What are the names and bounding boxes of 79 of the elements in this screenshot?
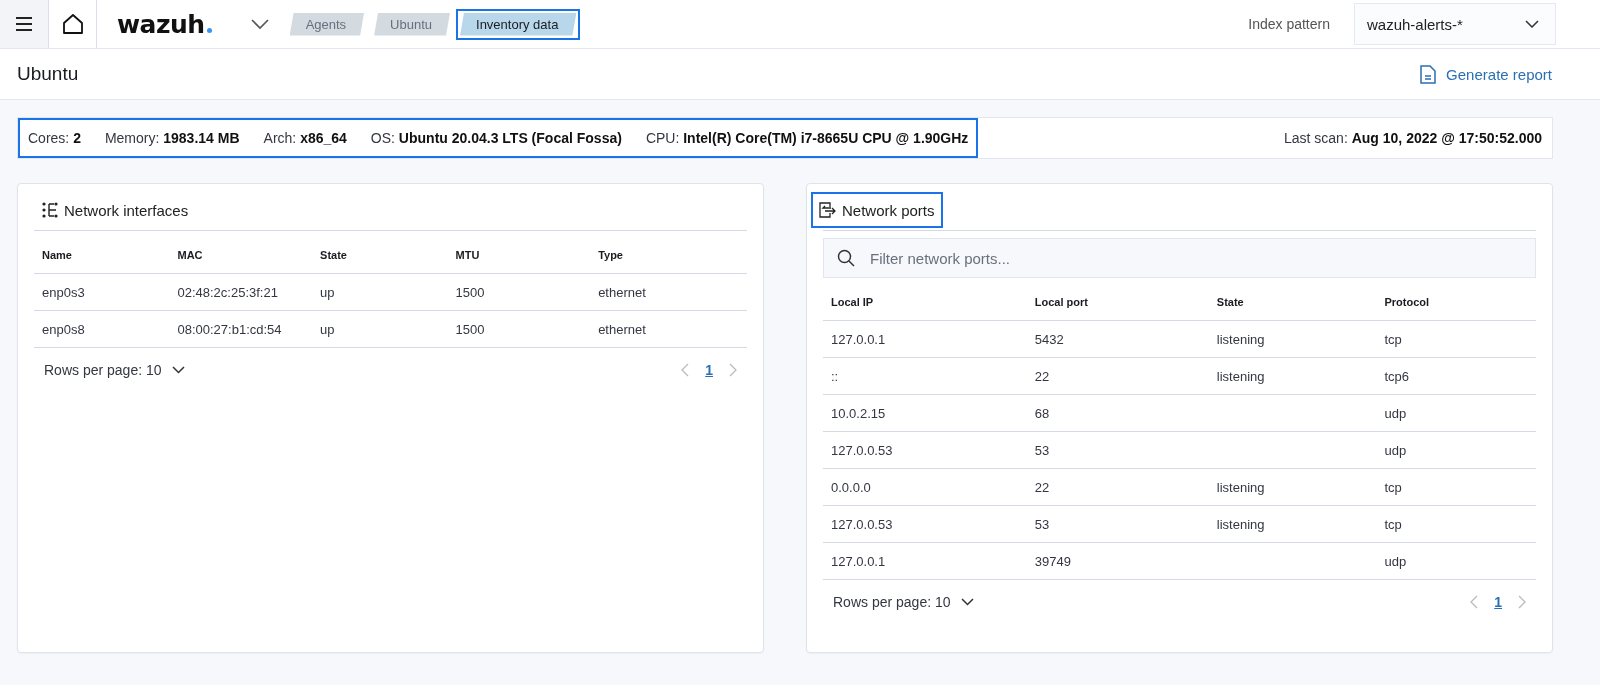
document-icon bbox=[1420, 64, 1437, 84]
breadcrumb[interactable]: Inventory data bbox=[460, 12, 577, 36]
table-cell: udp bbox=[1384, 405, 1407, 421]
table-cell: 1500 bbox=[455, 321, 485, 337]
search-field[interactable]: Filter network ports... bbox=[823, 238, 1536, 278]
table-cell: 22 bbox=[1034, 368, 1050, 384]
chevron-left-icon[interactable] bbox=[681, 363, 690, 377]
table-cell: enp0s3 bbox=[42, 284, 85, 300]
table-cell: tcp bbox=[1384, 516, 1402, 532]
chevron-down-icon bbox=[1525, 20, 1539, 28]
chevron-right-icon[interactable] bbox=[729, 363, 737, 377]
breadcrumb[interactable]: Agents bbox=[289, 12, 365, 36]
table-cell: 127.0.0.53 bbox=[831, 516, 893, 532]
chevron-right-icon[interactable] bbox=[1518, 595, 1526, 609]
home-icon[interactable] bbox=[61, 13, 84, 35]
table-cell: tcp6 bbox=[1384, 368, 1410, 384]
agent-spec: OS: Ubuntu 20.04.3 LTS (Focal Fossa) bbox=[370, 130, 622, 146]
breadcrumb[interactable]: Ubuntu bbox=[374, 12, 451, 36]
column-header[interactable]: MTU bbox=[447, 237, 591, 274]
table-cell: tcp bbox=[1384, 331, 1402, 347]
table-cell: 08:00:27:b1:cd:54 bbox=[177, 321, 282, 337]
table-cell: :: bbox=[831, 368, 839, 384]
generate-report-link[interactable]: Generate report bbox=[1420, 64, 1552, 84]
page-title: Ubuntu bbox=[17, 63, 79, 85]
table-cell: 127.0.0.1 bbox=[831, 331, 886, 347]
table-cell: listening bbox=[1216, 368, 1265, 384]
table-cell: 1500 bbox=[455, 284, 485, 300]
table-cell: ethernet bbox=[598, 321, 646, 337]
chevron-down-icon bbox=[960, 598, 974, 606]
column-header[interactable]: Name bbox=[34, 237, 170, 274]
chevron-down-icon[interactable] bbox=[249, 18, 270, 30]
table-cell: 10.0.2.15 bbox=[831, 405, 886, 421]
index-pattern-label: Index pattern bbox=[1248, 16, 1330, 32]
chevron-down-icon bbox=[171, 366, 185, 374]
agent-spec: Cores: 2 bbox=[28, 130, 81, 146]
table-cell: 68 bbox=[1034, 405, 1050, 421]
column-header[interactable]: MAC bbox=[169, 237, 313, 274]
column-header[interactable]: Type bbox=[590, 237, 747, 274]
table-cell: up bbox=[320, 321, 335, 337]
table-cell: listening bbox=[1216, 479, 1265, 495]
page-number[interactable]: 1 bbox=[705, 362, 713, 378]
network-nodes-icon bbox=[42, 202, 58, 218]
wazuh-logo[interactable]: wazuh bbox=[117, 9, 212, 39]
search-icon bbox=[837, 249, 855, 267]
column-header[interactable]: Local IP bbox=[823, 284, 1027, 321]
table-cell: 53 bbox=[1034, 442, 1050, 458]
last-scan: Last scan: Aug 10, 2022 @ 17:50:52.000 bbox=[1283, 130, 1542, 146]
menu-icon[interactable] bbox=[15, 17, 33, 31]
index-pattern-select[interactable]: wazuh-alerts-* bbox=[1354, 3, 1556, 45]
rows-per-page-button[interactable]: Rows per page: 10 bbox=[44, 362, 185, 378]
column-header[interactable]: Protocol bbox=[1376, 284, 1536, 321]
table-cell: 53 bbox=[1034, 516, 1050, 532]
panel-title: Network ports bbox=[811, 192, 943, 228]
table-cell: 02:48:2c:25:3f:21 bbox=[177, 284, 278, 300]
page-number[interactable]: 1 bbox=[1494, 594, 1502, 610]
agent-spec: CPU: Intel(R) Core(TM) i7-8665U CPU @ 1.90GHz bbox=[645, 130, 969, 146]
table-cell: 5432 bbox=[1034, 331, 1064, 347]
agent-spec: Arch: x86_64 bbox=[263, 130, 347, 146]
table-cell: 22 bbox=[1034, 479, 1050, 495]
table-cell: ethernet bbox=[598, 284, 646, 300]
table-cell: 127.0.0.1 bbox=[831, 553, 886, 569]
table-cell: listening bbox=[1216, 331, 1265, 347]
table-cell: listening bbox=[1216, 516, 1265, 532]
table-cell: 0.0.0.0 bbox=[831, 479, 871, 495]
panel-title: Network interfaces bbox=[34, 192, 197, 228]
table-cell: enp0s8 bbox=[42, 321, 85, 337]
table-cell: up bbox=[320, 284, 335, 300]
column-header[interactable]: State bbox=[312, 237, 448, 274]
column-header[interactable]: Local port bbox=[1026, 284, 1209, 321]
chevron-left-icon[interactable] bbox=[1470, 595, 1479, 609]
rows-per-page-button[interactable]: Rows per page: 10 bbox=[833, 594, 974, 610]
table-cell: tcp bbox=[1384, 479, 1402, 495]
port-exchange-icon bbox=[819, 202, 836, 218]
table-cell: udp bbox=[1384, 442, 1407, 458]
table-cell: 39749 bbox=[1034, 553, 1071, 569]
column-header[interactable]: State bbox=[1208, 284, 1377, 321]
table-cell: 127.0.0.53 bbox=[831, 442, 893, 458]
table-cell: udp bbox=[1384, 553, 1407, 569]
agent-spec: Memory: 1983.14 MB bbox=[104, 130, 240, 146]
